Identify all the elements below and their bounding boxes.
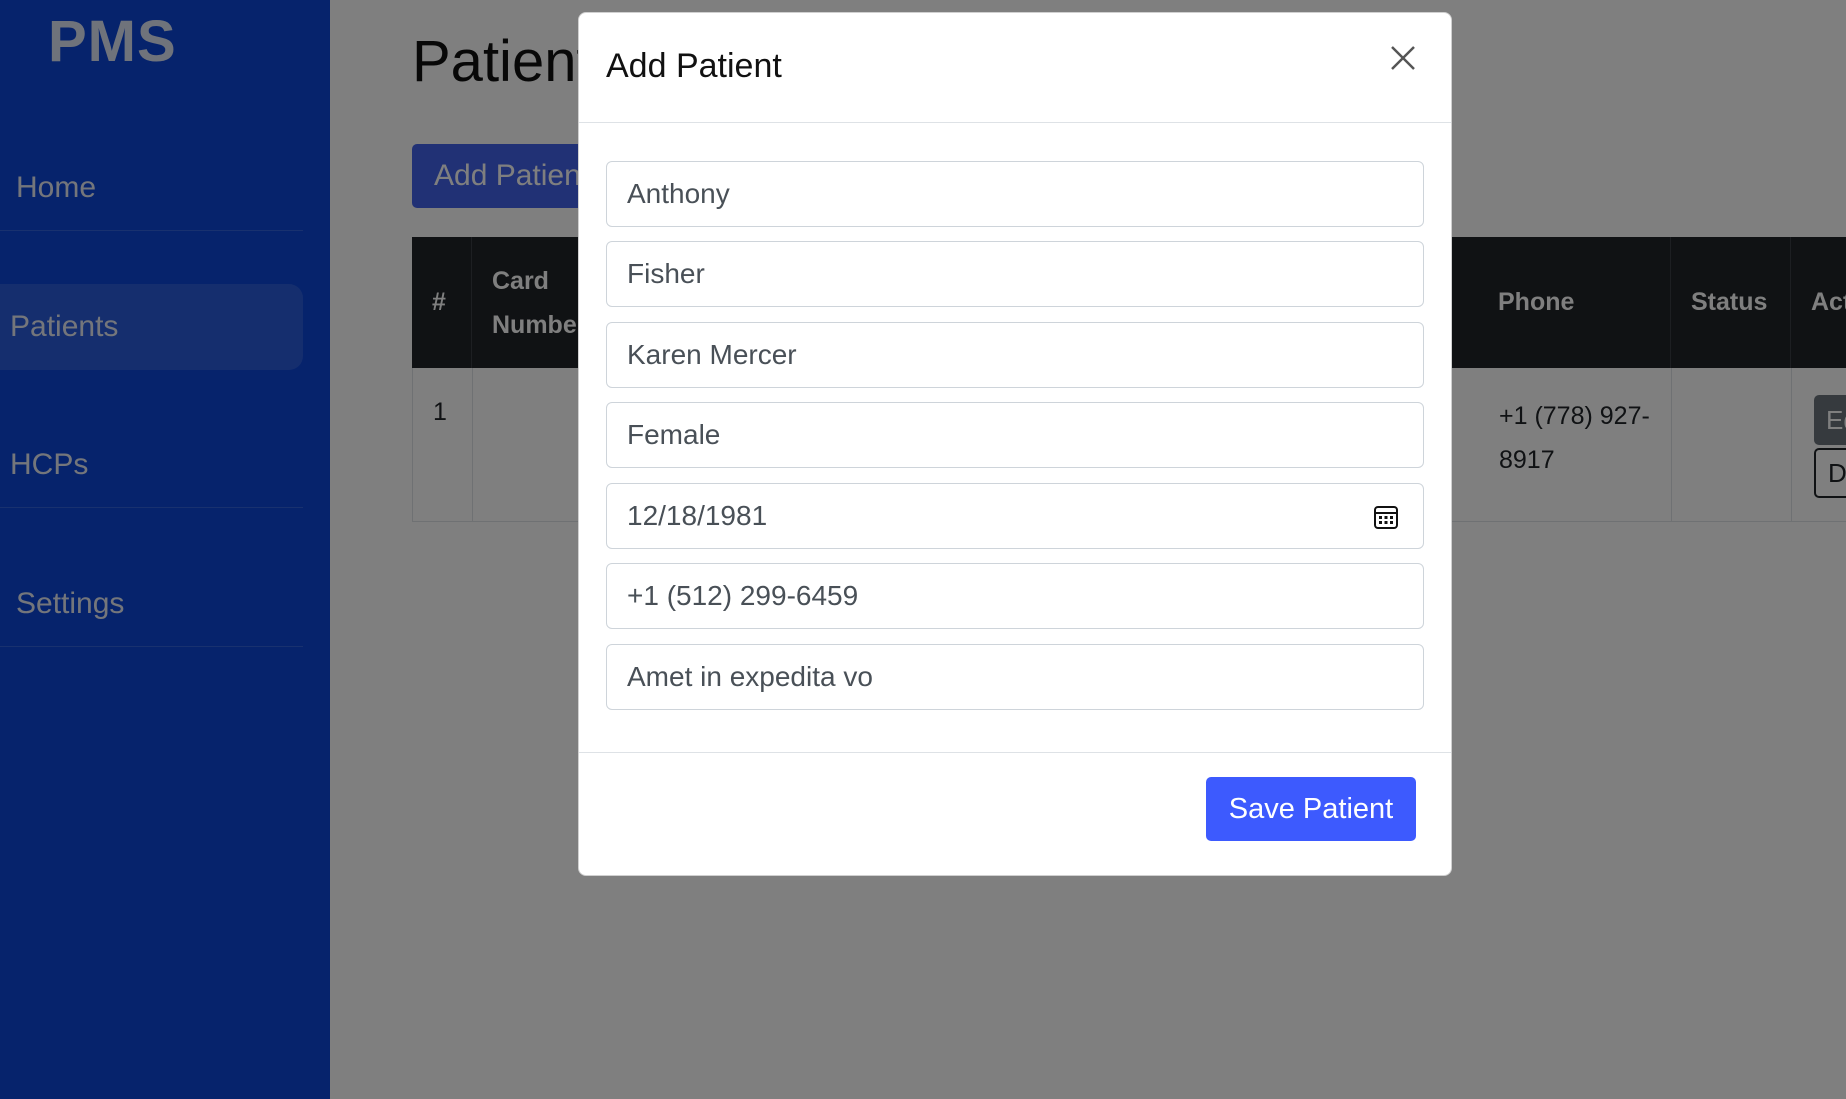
gender-field[interactable] (606, 402, 1424, 468)
date-of-birth-input[interactable] (627, 500, 1367, 532)
phone-input[interactable] (627, 580, 1367, 612)
close-icon (1391, 45, 1415, 70)
modal-body (579, 123, 1451, 753)
modal-header: Add Patient (579, 13, 1451, 123)
last-name-input[interactable] (627, 258, 1367, 290)
add-patient-modal: Add Patient Anthony Fisher Karen Mercer … (578, 12, 1452, 876)
guardian-field[interactable] (606, 322, 1424, 388)
save-patient-button[interactable]: Save Patient (1206, 777, 1416, 841)
modal-title: Add Patient (606, 47, 782, 85)
address-field[interactable] (606, 644, 1424, 710)
calendar-icon[interactable] (1373, 504, 1399, 530)
guardian-input[interactable] (627, 339, 1367, 371)
first-name-field[interactable] (606, 161, 1424, 227)
gender-input[interactable] (627, 419, 1367, 451)
address-input[interactable] (627, 661, 1367, 693)
last-name-field[interactable] (606, 241, 1424, 307)
phone-field[interactable] (606, 563, 1424, 629)
date-of-birth-field[interactable] (606, 483, 1424, 549)
close-button[interactable] (1381, 37, 1425, 81)
first-name-input[interactable] (627, 178, 1367, 210)
